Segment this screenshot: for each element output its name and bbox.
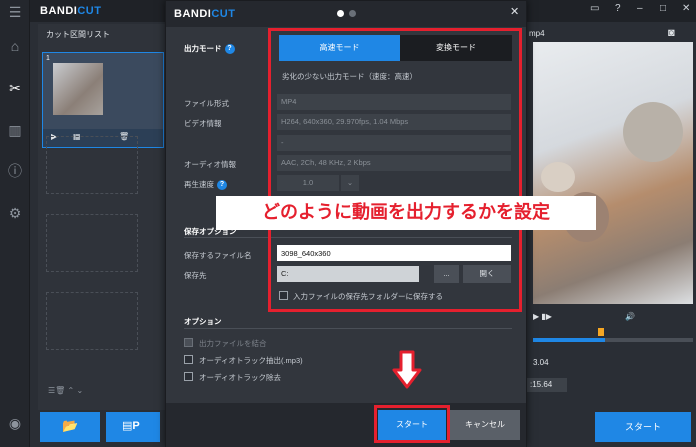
pot-shape xyxy=(623,102,683,162)
merge-checkbox[interactable] xyxy=(184,338,193,347)
help-icon[interactable]: ? xyxy=(615,3,621,14)
remove-audio-checkbox[interactable] xyxy=(184,372,193,381)
list-delete-icon[interactable]: ☰🗑 ⌃ ⌄ xyxy=(48,386,83,395)
video-info-label: ビデオ情報 xyxy=(184,119,222,128)
page-dot[interactable] xyxy=(349,10,356,17)
help-icon[interactable]: ? xyxy=(224,44,235,55)
cut-list-panel: カット区間リスト 1 ▶ ▦ 🗑 ☰🗑 ⌃ ⌄ xyxy=(38,24,165,410)
format-label: ファイル形式 xyxy=(184,99,229,108)
end-time[interactable]: :15.64 xyxy=(527,378,567,392)
output-mode-label: 出力モード? xyxy=(184,43,235,55)
main-start-button[interactable]: スタート xyxy=(595,412,691,442)
dialog-close-icon[interactable]: ✕ xyxy=(510,5,519,18)
info-icon[interactable]: ⓘ xyxy=(7,163,23,179)
bandicut-window: ☰ ⌂ ✂ ▥ ⓘ ⚙ ◉ BANDICUT ▭ ? – □ ✕ カット区間リス… xyxy=(0,0,696,447)
record-icon[interactable]: ◉ xyxy=(7,415,23,431)
merge-label: 出力ファイルを結合 xyxy=(199,339,267,348)
play-controls[interactable]: ▶ ▮▶ xyxy=(533,312,552,321)
join-icon[interactable]: ▥ xyxy=(7,122,23,138)
annotation-callout: どのように動画を出力するかを設定 xyxy=(216,196,596,230)
remove-audio-label: オーディオトラック除去 xyxy=(199,373,281,382)
annotation-box-start xyxy=(374,405,450,443)
format-button[interactable]: ▤P xyxy=(106,412,160,442)
folder-open-icon: 📂 xyxy=(62,418,79,433)
empty-slot xyxy=(46,292,138,350)
film-icon: ▤P xyxy=(122,420,140,432)
divider xyxy=(184,328,512,329)
minimize-icon[interactable]: – xyxy=(637,3,643,14)
empty-slot xyxy=(46,214,138,272)
thumbnail-image xyxy=(53,63,103,115)
audio-info-label: オーディオ情報 xyxy=(184,160,236,169)
cancel-button[interactable]: キャンセル xyxy=(450,410,520,440)
options-title: オプション xyxy=(184,317,222,326)
help-icon[interactable]: ? xyxy=(217,180,227,191)
menu-icon[interactable]: ☰ xyxy=(7,4,23,20)
close-icon[interactable]: ✕ xyxy=(682,3,690,14)
cut-segment-thumbnail[interactable]: 1 ▶ ▦ 🗑 xyxy=(42,52,164,148)
video-preview xyxy=(533,42,693,304)
timeline-track[interactable] xyxy=(533,338,693,342)
annotation-box-settings xyxy=(268,28,522,312)
maximize-icon[interactable]: □ xyxy=(660,3,666,14)
camera-icon[interactable]: ◙ xyxy=(668,27,675,39)
cut-list-title: カット区間リスト xyxy=(46,30,110,39)
dialog-logo: BANDICUT xyxy=(174,8,236,20)
volume-icon[interactable]: 🔊 xyxy=(625,312,635,321)
kitten-shape xyxy=(541,162,575,192)
folder-icon[interactable]: ▭ xyxy=(590,3,599,14)
timeline-marker[interactable] xyxy=(598,328,604,336)
start-time: 3.04 xyxy=(533,358,549,367)
segment-number: 1 xyxy=(46,55,50,62)
timeline-progress xyxy=(533,338,605,342)
cut-icon[interactable]: ✂ xyxy=(7,80,23,96)
page-dot-active[interactable] xyxy=(337,10,344,17)
home-icon[interactable]: ⌂ xyxy=(7,38,23,54)
extract-audio-checkbox[interactable] xyxy=(184,355,193,364)
speed-label: 再生速度? xyxy=(184,179,227,191)
annotation-arrow-icon xyxy=(392,350,422,389)
save-destination-label: 保存先 xyxy=(184,271,207,280)
save-filename-label: 保存するファイル名 xyxy=(184,251,252,260)
empty-slot xyxy=(46,136,138,194)
extract-audio-label: オーディオトラック抽出(.mp3) xyxy=(199,356,303,365)
preview-filename: mp4 xyxy=(529,29,545,38)
dialog-header: BANDICUT ✕ xyxy=(166,1,526,27)
settings-icon[interactable]: ⚙ xyxy=(7,205,23,221)
app-logo: BANDICUT xyxy=(40,5,102,17)
open-file-button[interactable]: 📂 xyxy=(40,412,100,442)
left-rail: ☰ ⌂ ✂ ▥ ⓘ ⚙ ◉ xyxy=(0,0,30,447)
